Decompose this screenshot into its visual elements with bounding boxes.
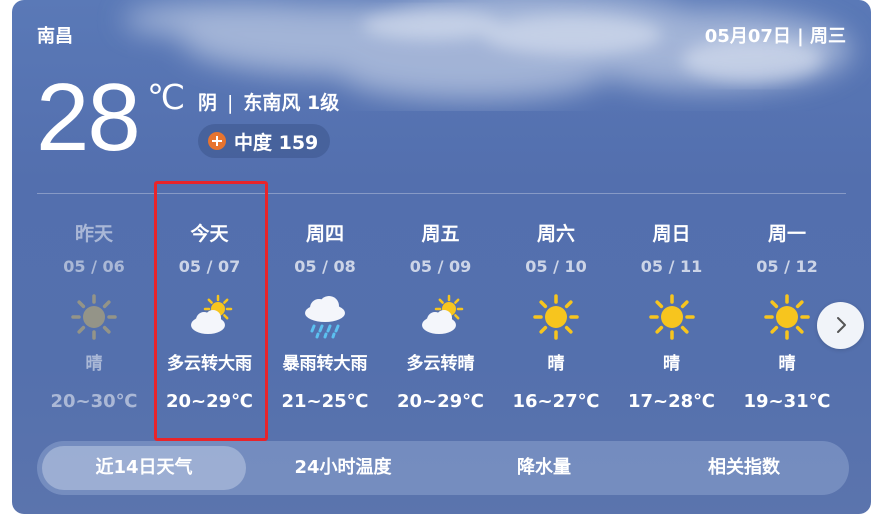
- sun-icon: [532, 293, 580, 341]
- description-separator: |: [227, 92, 234, 114]
- forecast-day[interactable]: 昨天 05 / 06 晴 20~30℃: [38, 222, 150, 413]
- current-condition: 阴: [198, 92, 218, 114]
- day-name: 昨天: [74, 223, 113, 245]
- day-name: 周日: [652, 223, 691, 245]
- forecast-day[interactable]: 周日 05 / 11 晴 17~28℃: [616, 222, 728, 413]
- aqi-plus-icon: [208, 132, 226, 150]
- today-highlight-box: [154, 181, 268, 441]
- day-temp-range: 16~27℃: [512, 391, 600, 412]
- partly-cloudy-icon: [417, 293, 465, 341]
- day-condition: 晴: [663, 354, 680, 374]
- day-temp-range: 20~30℃: [50, 391, 138, 412]
- day-temp-range: 17~28℃: [628, 391, 715, 412]
- day-condition: 晴: [547, 354, 565, 374]
- day-date: 05 / 11: [640, 257, 703, 276]
- current-description: 阴 | 东南风 1级: [198, 88, 339, 115]
- day-name: 周六: [536, 223, 575, 245]
- next-days-button[interactable]: [817, 302, 864, 349]
- aqi-label: 中度 159: [234, 131, 319, 154]
- sun-icon: [763, 293, 811, 341]
- day-condition: 多云转晴: [406, 354, 475, 374]
- tab-24-hour-temp[interactable]: 24小时温度: [241, 446, 445, 490]
- day-condition: 晴: [85, 354, 103, 374]
- forecast-day[interactable]: 周五 05 / 09 多云转晴 20~29℃: [385, 222, 497, 413]
- temperature-unit: ℃: [147, 79, 186, 117]
- day-name: 周四: [305, 223, 344, 245]
- day-condition: 暴雨转大雨: [282, 354, 368, 374]
- sun-icon: [70, 293, 118, 341]
- current-temperature: 28: [36, 64, 141, 171]
- city-name: 南昌: [37, 26, 73, 47]
- day-temp-range: 20~29℃: [397, 391, 484, 412]
- weather-card: 南昌 05月07日 | 周三 28 ℃ 阴 | 东南风 1级 中度 159 昨天 05…: [12, 0, 871, 514]
- air-quality-badge[interactable]: 中度 159: [198, 124, 331, 158]
- day-date: 05 / 09: [409, 257, 472, 276]
- day-temp-range: 21~25℃: [281, 391, 369, 412]
- forecast-day[interactable]: 周六 05 / 10 晴 16~27℃: [500, 222, 612, 413]
- sun-icon: [648, 293, 696, 341]
- current-wind: 东南风 1级: [243, 92, 340, 114]
- forecast-tabs: 近14日天气 24小时温度 降水量 相关指数: [37, 441, 849, 495]
- tab-related-index[interactable]: 相关指数: [642, 446, 846, 490]
- day-date: 05 / 06: [63, 257, 125, 276]
- tab-precipitation[interactable]: 降水量: [442, 446, 646, 490]
- day-date: 05 / 10: [525, 257, 587, 276]
- day-name: 周一: [767, 223, 806, 245]
- day-name: 周五: [421, 223, 460, 245]
- day-condition: 晴: [778, 354, 796, 374]
- current-date: 05月07日 | 周三: [704, 26, 846, 47]
- day-date: 05 / 12: [756, 257, 818, 276]
- day-date: 05 / 08: [294, 257, 356, 276]
- tab-14-day[interactable]: 近14日天气: [42, 446, 246, 490]
- chevron-right-icon: [837, 317, 846, 333]
- day-temp-range: 19~31℃: [743, 391, 831, 412]
- rain-cloud-icon: [301, 293, 349, 341]
- forecast-day[interactable]: 周四 05 / 08 暴雨转大雨 21~25℃: [269, 222, 381, 413]
